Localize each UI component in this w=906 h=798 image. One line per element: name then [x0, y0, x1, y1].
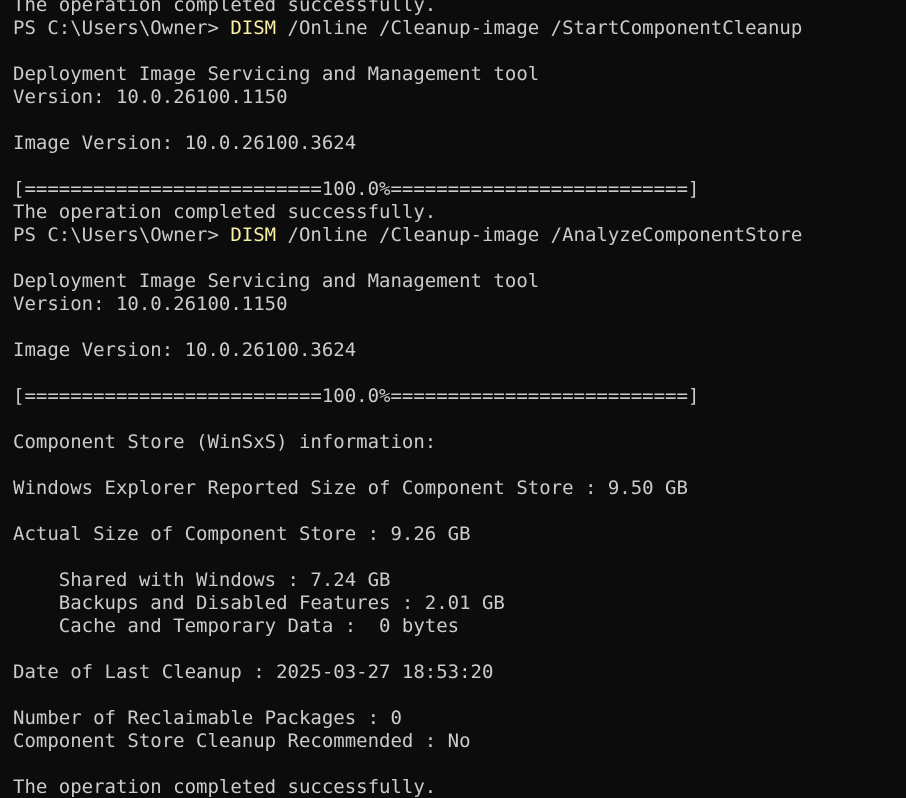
- command-args: /Online /Cleanup-image /AnalyzeComponent…: [276, 224, 803, 246]
- output-line: Version: 10.0.26100.1150: [13, 86, 288, 108]
- output-line: The operation completed successfully.: [13, 201, 437, 223]
- prompt-text: PS C:\Users\Owner>: [13, 17, 231, 39]
- output-line: Shared with Windows : 7.24 GB: [13, 569, 391, 591]
- output-line: Deployment Image Servicing and Managemen…: [13, 270, 540, 292]
- command-name: DISM: [230, 17, 277, 39]
- output-line: Number of Reclaimable Packages : 0: [13, 707, 402, 729]
- output-line: Date of Last Cleanup : 2025-03-27 18:53:…: [13, 661, 494, 683]
- output-line: Component Store Cleanup Recommended : No: [13, 730, 471, 752]
- output-line: Cache and Temporary Data : 0 bytes: [13, 615, 460, 637]
- output-line: Actual Size of Component Store : 9.26 GB: [13, 523, 471, 545]
- output-line: [==========================100.0%=======…: [13, 385, 700, 407]
- output-line: Image Version: 10.0.26100.3624: [13, 132, 357, 154]
- output-line: Version: 10.0.26100.1150: [13, 293, 288, 315]
- prompt-line: PS C:\Users\Owner> DISM /Online /Cleanup…: [13, 224, 802, 247]
- command-args: /Online /Cleanup-image /StartComponentCl…: [276, 17, 803, 39]
- terminal-window[interactable]: The operation completed successfully. PS …: [0, 0, 906, 798]
- output-line: Component Store (WinSxS) information:: [13, 431, 437, 453]
- output-line: Backups and Disabled Features : 2.01 GB: [13, 592, 505, 614]
- prompt-line: PS C:\Users\Owner> DISM /Online /Cleanup…: [13, 17, 802, 40]
- output-line: Windows Explorer Reported Size of Compon…: [13, 477, 688, 499]
- command-name: DISM: [230, 224, 277, 246]
- output-line: The operation completed successfully.: [13, 0, 437, 16]
- output-line: Deployment Image Servicing and Managemen…: [13, 63, 540, 85]
- output-line: [==========================100.0%=======…: [13, 178, 700, 200]
- prompt-text: PS C:\Users\Owner>: [13, 224, 231, 246]
- output-line: Image Version: 10.0.26100.3624: [13, 339, 357, 361]
- output-line: The operation completed successfully.: [13, 776, 437, 798]
